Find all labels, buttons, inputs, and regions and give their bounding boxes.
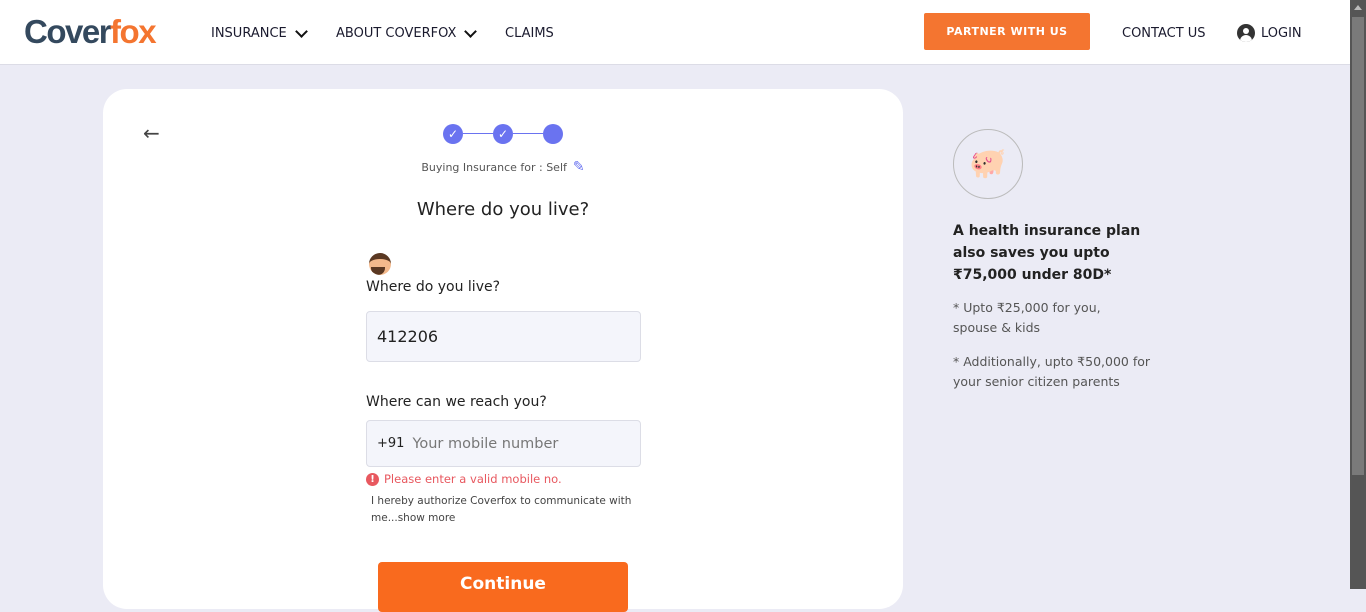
partner-with-us-button[interactable]: PARTNER WITH US [924, 13, 1090, 50]
error-icon: ! [366, 472, 379, 486]
avatar-icon [369, 253, 391, 275]
pencil-icon[interactable]: ✎ [573, 159, 585, 175]
scrollbar[interactable] [1350, 0, 1366, 589]
pincode-input[interactable]: 412206 [366, 311, 641, 362]
current-step [543, 124, 563, 144]
form-card: ← ✓ ✓ Buying Insurance for : Self ✎ Where… [103, 89, 903, 612]
login-link[interactable]: LOGIN [1237, 24, 1302, 42]
nav-insurance[interactable]: INSURANCE [211, 24, 308, 41]
location-label: Where do you live? [366, 279, 501, 295]
piggy-bank-icon: 🐖 [953, 129, 1023, 199]
chevron-down-icon [464, 24, 478, 38]
mobile-label: Where can we reach you? [366, 394, 547, 410]
progress-steps: ✓ ✓ [443, 124, 563, 144]
mobile-input[interactable]: +91 Your mobile number [366, 420, 641, 467]
back-arrow-icon[interactable]: ← [143, 121, 160, 145]
nav-about-coverfox[interactable]: ABOUT COVERFOX [336, 24, 478, 41]
benefit-note-2: * Additionally, upto ₹50,000 for your se… [953, 354, 1151, 389]
benefit-note-1: * Upto ₹25,000 for you, spouse & kids [953, 300, 1101, 335]
page-title: Where do you live? [416, 199, 590, 220]
error-message: ! Please enter a valid mobile no. [366, 472, 562, 486]
scrollbar-thumb[interactable] [1352, 17, 1364, 475]
continue-button[interactable]: Continue [378, 562, 628, 612]
check-icon: ✓ [443, 124, 463, 144]
coverfox-logo[interactable]: Coverfox [24, 13, 157, 51]
benefit-headline: A health insurance plan also saves you u… [953, 223, 1141, 283]
header: Coverfox INSURANCE ABOUT COVERFOX CLAIMS… [0, 0, 1350, 65]
chevron-down-icon [294, 24, 308, 38]
scroll-up-icon[interactable] [1354, 5, 1362, 10]
nav-claims[interactable]: CLAIMS [505, 26, 554, 41]
authorize-text: I hereby authorize Coverfox to communica… [371, 495, 632, 524]
show-more-link[interactable]: show more [398, 512, 456, 524]
buying-for-text: Buying Insurance for : Self ✎ [421, 159, 585, 175]
contact-us-link[interactable]: CONTACT US [1122, 26, 1206, 41]
user-icon [1237, 24, 1255, 42]
check-icon: ✓ [493, 124, 513, 144]
